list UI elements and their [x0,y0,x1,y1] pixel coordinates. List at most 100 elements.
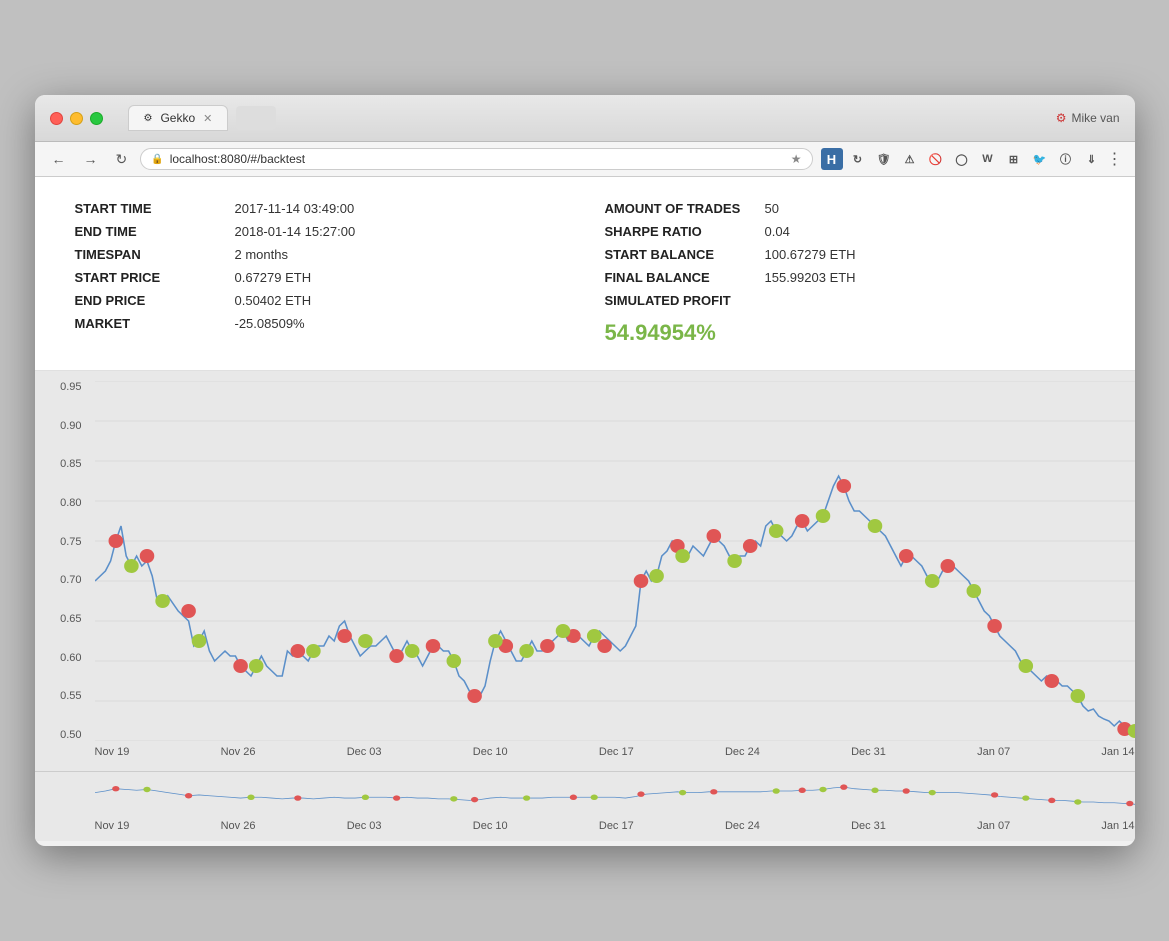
trade-dot-buy [124,559,139,573]
trade-dot-sell [181,604,196,618]
trade-dot-buy [519,644,534,658]
y-label-065: 0.65 [60,613,81,625]
sharpe-label: SHARPE RATIO [605,224,765,239]
browser-menu-icon[interactable]: ⋮ [1107,149,1123,169]
market-label: MARKET [75,316,235,331]
mini-x-jan14: Jan 14 [1101,820,1134,832]
trade-dot-buy [1018,659,1033,673]
y-label-075: 0.75 [60,536,81,548]
refresh-button[interactable]: ↻ [111,149,133,170]
ext-privacy[interactable]: ⚠ [899,148,921,170]
end-time-value: 2018-01-14 15:27:00 [235,224,356,239]
address-bar[interactable]: 🔒 localhost:8080/#/backtest ★ [140,148,812,170]
start-price-label: START PRICE [75,270,235,285]
ext-red[interactable]: 🚫 [925,148,947,170]
y-label-095: 0.95 [60,381,81,393]
tab-favicon-icon: ⚙ [144,113,153,124]
tab-close-icon[interactable]: ✕ [203,112,212,125]
x-label-nov19: Nov 19 [95,746,130,758]
trade-dot-sell [742,539,757,553]
trade-dot-buy [306,644,321,658]
close-button[interactable] [50,112,63,125]
x-label-dec24: Dec 24 [725,746,760,758]
trade-dot-sell [233,659,248,673]
y-label-050: 0.50 [60,729,81,741]
trade-dot-sell [794,514,809,528]
trade-dot-sell [1044,674,1059,688]
stat-sharpe: SHARPE RATIO 0.04 [605,220,1095,243]
profit-value: 54.94954% [605,320,716,346]
timespan-value: 2 months [235,247,288,262]
x-label-dec03: Dec 03 [347,746,382,758]
market-value: -25.08509% [235,316,305,331]
mini-x-nov26: Nov 26 [221,820,256,832]
y-label-055: 0.55 [60,690,81,702]
tab-bar: ⚙ Gekko ✕ [128,105,1046,131]
simulated-profit-label: SIMULATED PROFIT [605,293,765,308]
trade-dot-sell [139,549,154,563]
trade-dot-buy [555,624,570,638]
maximize-button[interactable] [90,112,103,125]
trade-dot-buy [966,584,981,598]
new-tab-area [236,106,276,130]
mini-chart-svg [95,777,1135,816]
start-time-value: 2017-11-14 03:49:00 [235,201,355,216]
ext-download[interactable]: ⇓ [1081,148,1103,170]
ext-circle[interactable]: ◯ [951,148,973,170]
trade-dot-buy [191,634,206,648]
stat-start-balance: START BALANCE 100.67279 ETH [605,243,1095,266]
y-axis: 0.95 0.90 0.85 0.80 0.75 0.70 0.65 0.60 … [35,381,90,741]
ext-info[interactable]: ⓘ [1055,148,1077,170]
start-balance-value: 100.67279 ETH [765,247,856,262]
extensions-bar: H ↻ 🛡 ⚠ 🚫 ◯ W ⊞ 🐦 ⓘ ⇓ ⋮ [821,148,1123,170]
ext-rotate[interactable]: ↻ [847,148,869,170]
amount-trades-label: AMOUNT OF TRADES [605,201,765,216]
y-label-060: 0.60 [60,652,81,664]
stat-end-time: END TIME 2018-01-14 15:27:00 [75,220,545,243]
user-menu: ⚙ Mike van [1056,111,1120,125]
mini-x-dec17: Dec 17 [599,820,634,832]
x-label-jan07: Jan 07 [977,746,1010,758]
y-label-070: 0.70 [60,574,81,586]
timespan-label: TIMESPAN [75,247,235,262]
final-balance-value: 155.99203 ETH [765,270,856,285]
forward-button[interactable]: → [79,149,103,169]
start-time-label: START TIME [75,201,235,216]
trade-dot-sell [836,479,851,493]
stats-section: START TIME 2017-11-14 03:49:00 END TIME … [35,177,1135,371]
back-button[interactable]: ← [47,149,71,169]
trade-dot-sell [425,639,440,653]
end-price-label: END PRICE [75,293,235,308]
stat-start-time: START TIME 2017-11-14 03:49:00 [75,197,545,220]
bookmark-icon[interactable]: ★ [791,152,802,166]
main-chart-area [95,381,1135,741]
ext-w[interactable]: W [977,148,999,170]
minimize-button[interactable] [70,112,83,125]
trade-dot-buy [815,509,830,523]
final-balance-label: FINAL BALANCE [605,270,765,285]
tab-title: Gekko [160,111,195,125]
trade-dot-sell [290,644,305,658]
y-label-080: 0.80 [60,497,81,509]
ext-grid[interactable]: ⊞ [1003,148,1025,170]
ext-shield[interactable]: 🛡 [873,148,895,170]
trade-dot-sell [467,689,482,703]
trade-dot-buy [155,594,170,608]
x-label-nov26: Nov 26 [221,746,256,758]
trade-dot-buy [488,634,503,648]
stat-simulated-profit-value: 54.94954% [605,312,1095,350]
trade-dot-buy [924,574,939,588]
ext-bird[interactable]: 🐦 [1029,148,1051,170]
price-polyline [95,476,1135,731]
active-tab[interactable]: ⚙ Gekko ✕ [128,105,229,131]
ext-h[interactable]: H [821,148,843,170]
stat-start-price: START PRICE 0.67279 ETH [75,266,545,289]
trade-dot-sell [337,629,352,643]
mini-chart-container: Nov 19 Nov 26 Dec 03 Dec 10 Dec 17 Dec 2… [35,771,1135,841]
url-text: localhost:8080/#/backtest [170,152,785,166]
start-balance-label: START BALANCE [605,247,765,262]
mini-x-dec10: Dec 10 [473,820,508,832]
trade-dot-buy [586,629,601,643]
mini-x-jan07: Jan 07 [977,820,1010,832]
stat-amount-trades: AMOUNT OF TRADES 50 [605,197,1095,220]
